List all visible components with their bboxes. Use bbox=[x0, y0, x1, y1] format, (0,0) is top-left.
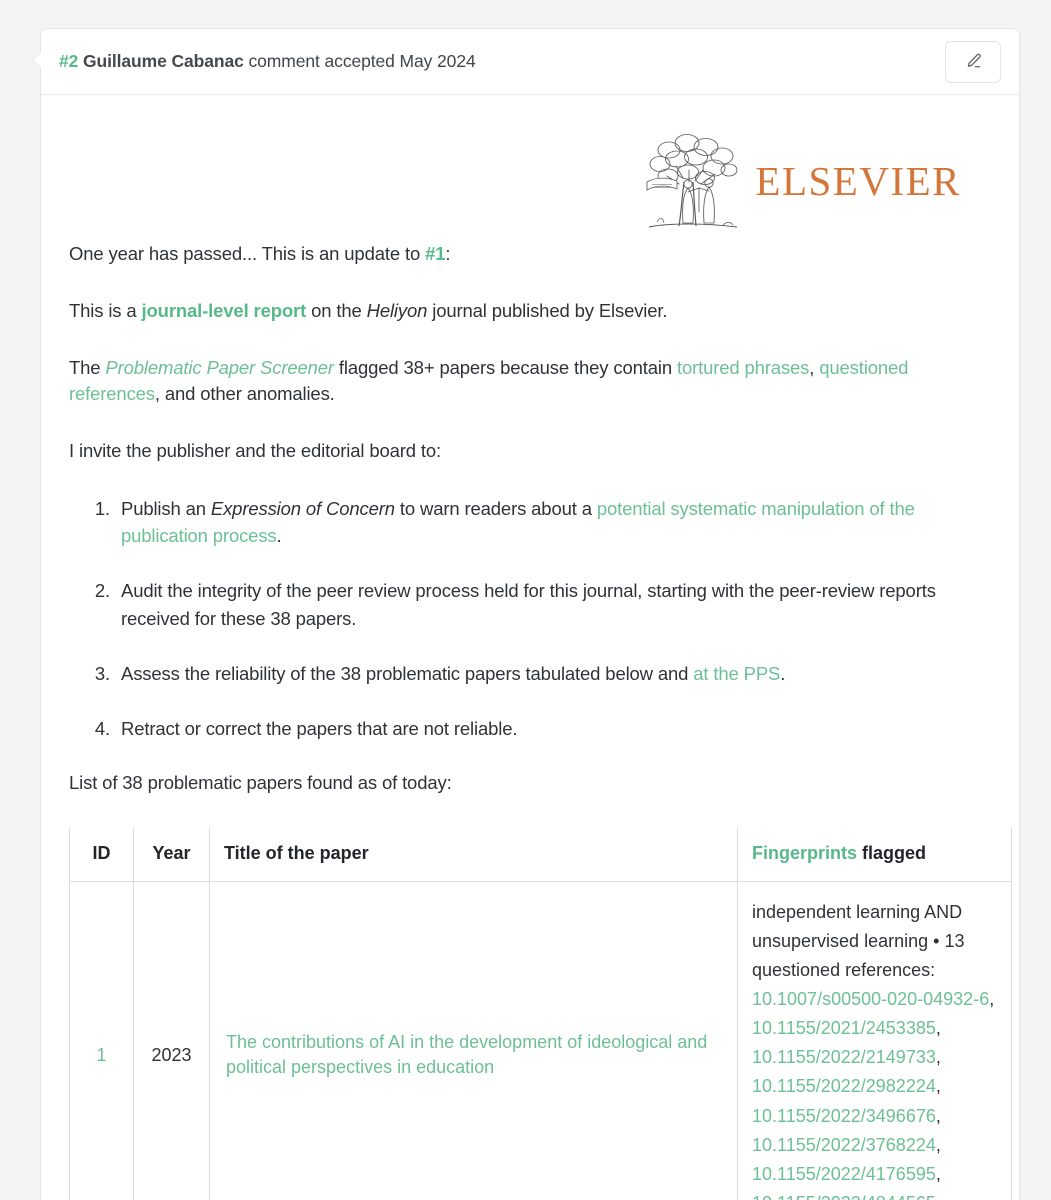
problematic-paper-screener-link[interactable]: Problematic Paper Screener bbox=[105, 357, 334, 378]
doi-separator: , bbox=[935, 1076, 941, 1097]
edit-comment-button[interactable] bbox=[945, 40, 1001, 83]
column-header-id: ID bbox=[69, 827, 134, 882]
doi-separator: , bbox=[935, 1018, 941, 1039]
table-header-row: ID Year Title of the paper Fingerprints … bbox=[69, 827, 1012, 882]
journal-name: Heliyon bbox=[366, 299, 428, 321]
item1-mid: to warn readers about a bbox=[394, 498, 597, 520]
p2-mid: on the bbox=[306, 299, 367, 321]
list-item-4: Retract or correct the papers that are n… bbox=[115, 715, 991, 742]
invitation-list: Publish an Expression of Concern to warn… bbox=[69, 495, 991, 742]
doi-link[interactable]: 10.1155/2022/3496676 bbox=[752, 1106, 936, 1126]
doi-separator: , bbox=[935, 1047, 941, 1068]
fingerprint-separator: • bbox=[933, 930, 940, 951]
cell-title[interactable]: The contributions of AI in the developme… bbox=[209, 880, 738, 1200]
pencil-icon bbox=[964, 52, 983, 71]
p1-before: One year has passed... This is an update… bbox=[69, 243, 426, 264]
cell-year: 2023 bbox=[133, 880, 210, 1200]
column-header-fingerprints: Fingerprints flagged bbox=[737, 827, 1012, 882]
list-item-2: Audit the integrity of the peer review p… bbox=[115, 577, 991, 631]
p3-after: , and other anomalies. bbox=[154, 383, 335, 405]
paragraph-update: One year has passed... This is an update… bbox=[69, 241, 991, 268]
p3-mid1: flagged 38+ papers because they contain bbox=[333, 356, 677, 378]
column-header-title: Title of the paper bbox=[209, 827, 738, 882]
fingerprints-flagged-label: flagged bbox=[857, 842, 927, 863]
p3-before: The bbox=[69, 356, 106, 378]
doi-separator: , bbox=[989, 988, 995, 1009]
doi-link[interactable]: 10.1155/2022/4844565 bbox=[752, 1193, 936, 1200]
doi-link[interactable]: 10.1155/2022/2149733 bbox=[752, 1047, 936, 1067]
item3-before: Assess the reliability of the 38 problem… bbox=[121, 662, 694, 684]
fingerprints-link[interactable]: Fingerprints bbox=[752, 843, 857, 863]
paragraph-report: This is a journal-level report on the He… bbox=[69, 298, 991, 325]
doi-separator: , bbox=[935, 1163, 941, 1184]
table-header: ID Year Title of the paper Fingerprints … bbox=[69, 827, 1012, 882]
doi-separator: , bbox=[935, 1105, 941, 1126]
paragraph-list-intro: List of 38 problematic papers found as o… bbox=[69, 772, 452, 794]
item1-after: . bbox=[276, 525, 282, 547]
doi-separator: , bbox=[935, 1134, 941, 1155]
elsevier-logo: ELSEVIER bbox=[643, 126, 961, 237]
doi-link[interactable]: 10.1155/2022/3768224 bbox=[752, 1135, 936, 1155]
p2-after: journal published by Elsevier. bbox=[427, 299, 668, 321]
doi-link[interactable]: 10.1007/s00500-020-04932-6 bbox=[752, 989, 989, 1009]
comment-meta: comment accepted May 2024 bbox=[248, 51, 476, 71]
tortured-phrases-link[interactable]: tortured phrases bbox=[677, 357, 809, 378]
comment-number-link[interactable]: #2 bbox=[59, 51, 78, 71]
paragraph-screener: The Problematic Paper Screener flagged 3… bbox=[69, 355, 991, 409]
issue-1-link[interactable]: #1 bbox=[425, 243, 445, 264]
cell-id[interactable]: 1 bbox=[69, 880, 134, 1200]
table-row: 1 2023 The contributions of AI in the de… bbox=[69, 880, 1012, 1200]
comment-prose: One year has passed... This is an update… bbox=[69, 241, 991, 797]
doi-list: 10.1007/s00500-020-04932-6, 10.1155/2021… bbox=[752, 989, 994, 1200]
elsevier-tree-icon bbox=[643, 126, 743, 237]
p1-after: : bbox=[445, 243, 451, 264]
problematic-papers-table: ID Year Title of the paper Fingerprints … bbox=[69, 827, 1012, 1200]
at-the-pps-link[interactable]: at the PPS bbox=[693, 663, 780, 684]
comment-author[interactable]: Guillaume Cabanac bbox=[83, 51, 244, 71]
list-item-3: Assess the reliability of the 38 problem… bbox=[115, 660, 991, 687]
comment-card: #2 Guillaume Cabanac comment accepted Ma… bbox=[32, 28, 1020, 1200]
publisher-logo-row: ELSEVIER bbox=[69, 121, 991, 241]
doi-link[interactable]: 10.1155/2022/2982224 bbox=[752, 1076, 936, 1096]
comment-header-text: #2 Guillaume Cabanac comment accepted Ma… bbox=[59, 51, 476, 72]
expression-of-concern-term: Expression of Concern bbox=[210, 498, 395, 520]
doi-link[interactable]: 10.1155/2021/2453385 bbox=[752, 1018, 936, 1038]
comment-body: ELSEVIER One year has passed... This is … bbox=[41, 95, 1019, 1200]
fingerprint-phrase: independent learning AND unsupervised le… bbox=[752, 901, 963, 951]
table-body: 1 2023 The contributions of AI in the de… bbox=[69, 880, 1012, 1200]
elsevier-wordmark: ELSEVIER bbox=[755, 157, 961, 204]
column-header-year: Year bbox=[133, 827, 210, 882]
item1-before: Publish an bbox=[121, 498, 211, 520]
p2-before: This is a bbox=[69, 299, 142, 321]
doi-link[interactable]: 10.1155/2022/4176595 bbox=[752, 1164, 936, 1184]
cell-fingerprints: independent learning AND unsupervised le… bbox=[737, 880, 1012, 1200]
list-item-1: Publish an Expression of Concern to warn… bbox=[115, 495, 991, 549]
comment-header: #2 Guillaume Cabanac comment accepted Ma… bbox=[41, 29, 1019, 95]
p3-mid2: , bbox=[809, 356, 820, 378]
page-background: #2 Guillaume Cabanac comment accepted Ma… bbox=[0, 0, 1051, 1200]
journal-level-report-link[interactable]: journal-level report bbox=[142, 300, 307, 321]
paragraph-invite: I invite the publisher and the editorial… bbox=[69, 440, 441, 462]
item3-after: . bbox=[780, 662, 786, 684]
